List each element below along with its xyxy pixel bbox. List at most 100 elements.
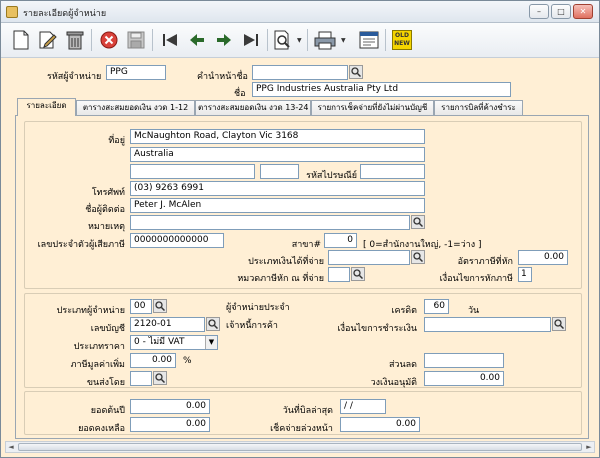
print-dropdown-icon[interactable]: ▼ (341, 37, 346, 44)
vendor-code-field[interactable]: PPG (106, 65, 166, 80)
old-new-icon: OLD NEW (392, 30, 412, 50)
payment-type-field[interactable] (328, 250, 410, 265)
postcode-field[interactable] (360, 164, 425, 179)
next-record-button[interactable] (212, 28, 236, 52)
arrow-left-icon (190, 34, 204, 46)
discount-field[interactable] (424, 353, 504, 368)
close-window-button[interactable]: ✕ (573, 4, 593, 19)
discount-label: ส่วนลด (388, 360, 417, 370)
advance-cheque-field[interactable]: 0.00 (340, 417, 420, 432)
taxid-field[interactable]: 0000000000000 (130, 233, 224, 248)
vendor-code-label: รหัสผู้จำหน่าย (47, 72, 102, 82)
scroll-right-icon[interactable]: ► (584, 442, 594, 452)
credit-limit-label: วงเงินอนุมัติ (370, 378, 417, 388)
note-lookup-button[interactable] (411, 215, 425, 229)
magnifier-icon (155, 373, 165, 383)
tab-uncleared-cheques[interactable]: รายการเช็คจ่ายที่ยังไม่ผ่านบัญชี (311, 100, 434, 115)
opening-balance-field[interactable]: 0.00 (130, 399, 210, 414)
price-type-select[interactable]: 0 - ไม่มี VAT ▼ (130, 335, 218, 350)
chevron-down-icon[interactable]: ▼ (205, 336, 217, 349)
trade-creditor-label: เจ้าหนี้การค้า (226, 321, 278, 331)
prefix-label: คำนำหน้าชื่อ (197, 72, 248, 82)
last-record-button[interactable] (239, 28, 263, 52)
magnifier-icon (413, 217, 423, 227)
vendor-type-field[interactable]: 00 (130, 299, 152, 314)
credit-limit-field[interactable]: 0.00 (424, 371, 504, 386)
old-new-button[interactable]: OLD NEW (390, 28, 414, 52)
percent-label: % (183, 356, 192, 366)
search-button[interactable] (271, 28, 295, 52)
name-label: ชื่อ (234, 89, 246, 99)
new-button[interactable] (9, 28, 33, 52)
wht-rate-label: อัตราภาษีที่หัก (457, 257, 513, 267)
save-button[interactable] (124, 28, 148, 52)
scrollbar-thumb[interactable] (18, 443, 582, 451)
account-field[interactable]: 2120-01 (130, 317, 205, 332)
magnifier-icon (351, 67, 361, 77)
cancel-button[interactable] (97, 28, 121, 52)
payment-terms-lookup-button[interactable] (552, 317, 566, 331)
wht-condition-field[interactable]: 1 (518, 267, 532, 282)
branch-field[interactable]: 0 (324, 233, 357, 248)
prefix-lookup-button[interactable] (349, 65, 363, 79)
edit-document-icon (39, 31, 57, 49)
edit-button[interactable] (36, 28, 60, 52)
credit-days-field[interactable]: 60 (424, 299, 449, 314)
note-field[interactable] (130, 215, 410, 230)
previous-record-button[interactable] (185, 28, 209, 52)
magnifier-icon (208, 319, 218, 329)
contact-field[interactable]: Peter J. McAlen (130, 198, 425, 213)
branch-hint: [ 0=สำนักงานใหญ่, -1=ว่าง ] (363, 240, 482, 250)
address-line1-field[interactable]: McNaughton Road, Clayton Vic 3168 (130, 129, 425, 144)
prefix-field[interactable] (252, 65, 348, 80)
vat-field[interactable]: 0.00 (130, 353, 176, 368)
phone-field[interactable]: (03) 9263 6991 (130, 181, 425, 196)
price-type-label: ประเภทราคา (73, 342, 125, 352)
horizontal-scrollbar[interactable]: ◄ ► (5, 441, 595, 453)
title-bar: รายละเอียดผู้จำหน่าย – □ ✕ (1, 1, 599, 23)
balance-label: ยอดคงเหลือ (78, 424, 125, 434)
tab-outstanding-bills[interactable]: รายการบิลที่ค้างชำระ (434, 100, 523, 115)
tab-details[interactable]: รายละเอียด (17, 98, 76, 116)
payment-terms-label: เงื่อนไขการชำระเงิน (337, 324, 418, 334)
wht-rate-field[interactable]: 0.00 (518, 250, 568, 265)
minimize-button[interactable]: – (529, 4, 549, 19)
scroll-left-icon[interactable]: ◄ (6, 442, 16, 452)
search-document-icon (274, 30, 290, 50)
balance-field[interactable]: 0.00 (130, 417, 210, 432)
address-line3a-field[interactable] (130, 164, 255, 179)
address-line3b-field[interactable] (260, 164, 299, 179)
last-bill-date-field[interactable]: / / (340, 399, 386, 414)
ship-by-field[interactable] (130, 371, 152, 386)
print-button[interactable] (313, 28, 337, 52)
tab-balance-13-24[interactable]: ตารางสะสมยอดเงิน งวด 13-24 (195, 100, 311, 115)
tab-balance-1-12[interactable]: ตารางสะสมยอดเงิน งวด 1-12 (76, 100, 195, 115)
preview-button[interactable] (357, 28, 381, 52)
toolbar: ▼ ▼ OLD NEW (1, 23, 599, 58)
arrow-right-icon (217, 34, 231, 46)
search-dropdown-icon[interactable]: ▼ (297, 37, 302, 44)
wht-category-lookup-button[interactable] (351, 267, 365, 281)
contact-label: ชื่อผู้ติดต่อ (85, 205, 125, 215)
payment-type-lookup-button[interactable] (411, 250, 425, 264)
ship-by-lookup-button[interactable] (153, 371, 167, 385)
wht-category-field[interactable] (328, 267, 350, 282)
vendor-detail-window: รายละเอียดผู้จำหน่าย – □ ✕ ▼ ▼ OLD NEW ร… (0, 0, 600, 458)
vendor-type-label: ประเภทผู้จำหน่าย (56, 306, 125, 316)
phone-label: โทรศัพท์ (91, 188, 125, 198)
preview-icon (359, 31, 379, 49)
magnifier-icon (155, 301, 165, 311)
first-record-button[interactable] (158, 28, 182, 52)
delete-button[interactable] (63, 28, 87, 52)
note-label: หมายเหตุ (87, 222, 125, 232)
payment-type-label: ประเภทเงินได้ที่จ่าย (248, 257, 324, 267)
save-icon (127, 31, 145, 49)
regular-vendor-label: ผู้จำหน่ายประจำ (226, 303, 290, 313)
vendor-type-lookup-button[interactable] (153, 299, 167, 313)
account-lookup-button[interactable] (206, 317, 220, 331)
new-document-icon (13, 30, 29, 50)
address-line2-field[interactable]: Australia (130, 147, 425, 162)
maximize-button[interactable]: □ (551, 4, 571, 19)
payment-terms-field[interactable] (424, 317, 551, 332)
vendor-name-field[interactable]: PPG Industries Australia Pty Ltd (252, 82, 511, 97)
